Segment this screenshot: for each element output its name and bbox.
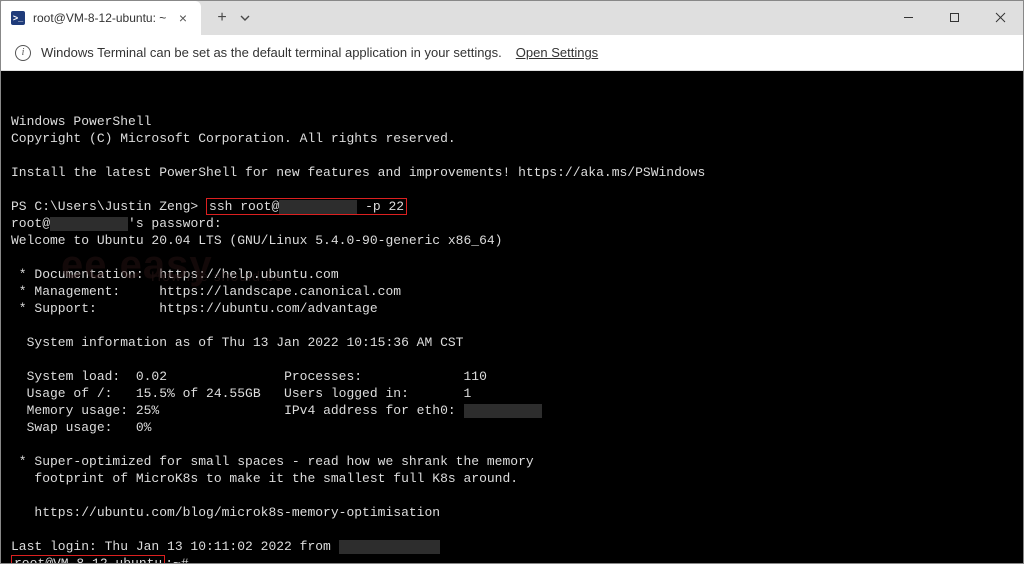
term-line: Install the latest PowerShell for new fe… [11, 165, 705, 180]
tab-active[interactable]: >_ root@VM-8-12-ubuntu: ~ × [1, 1, 201, 35]
term-line: root@ 's password: [11, 216, 222, 231]
terminal-pane[interactable]: ee easyHow life should be Windows PowerS… [1, 71, 1023, 563]
term-line: System information as of Thu 13 Jan 2022… [11, 335, 463, 350]
term-line: Last login: Thu Jan 13 10:11:02 2022 fro… [11, 539, 440, 554]
term-line: System load: 0.02 Processes: 110 [11, 369, 487, 384]
minimize-button[interactable] [885, 1, 931, 33]
infobar: i Windows Terminal can be set as the def… [1, 35, 1023, 71]
term-line: https://ubuntu.com/blog/microk8s-memory-… [11, 505, 440, 520]
tab-title: root@VM-8-12-ubuntu: ~ [33, 11, 167, 25]
term-line: Memory usage: 25% IPv4 address for eth0: [11, 403, 542, 418]
term-line: Usage of /: 15.5% of 24.55GB Users logge… [11, 386, 471, 401]
term-line: root@VM-8-12-ubuntu:~# [11, 555, 189, 563]
highlight-ssh-command: ssh root@ -p 22 [206, 198, 407, 215]
term-line: Windows PowerShell [11, 114, 151, 129]
info-icon: i [15, 45, 31, 61]
open-settings-link[interactable]: Open Settings [516, 45, 598, 60]
tab-dropdown-button[interactable] [235, 5, 255, 31]
term-line: Swap usage: 0% [11, 420, 151, 435]
new-tab-button[interactable]: + [209, 5, 235, 31]
infobar-message: Windows Terminal can be set as the defau… [41, 45, 502, 60]
titlebar: >_ root@VM-8-12-ubuntu: ~ × + [1, 1, 1023, 35]
term-line: footprint of MicroK8s to make it the sma… [11, 471, 518, 486]
term-line: Copyright (C) Microsoft Corporation. All… [11, 131, 456, 146]
term-line: * Management: https://landscape.canonica… [11, 284, 401, 299]
term-line: Welcome to Ubuntu 20.04 LTS (GNU/Linux 5… [11, 233, 502, 248]
powershell-icon: >_ [11, 11, 25, 25]
term-line: * Super-optimized for small spaces - rea… [11, 454, 534, 469]
close-window-button[interactable] [977, 1, 1023, 33]
term-line: * Support: https://ubuntu.com/advantage [11, 301, 378, 316]
maximize-button[interactable] [931, 1, 977, 33]
highlight-prompt: root@VM-8-12-ubuntu [11, 555, 165, 563]
close-tab-icon[interactable]: × [175, 10, 191, 26]
term-line: * Documentation: https://help.ubuntu.com [11, 267, 339, 282]
term-line: PS C:\Users\Justin Zeng> ssh root@ -p 22 [11, 198, 407, 215]
